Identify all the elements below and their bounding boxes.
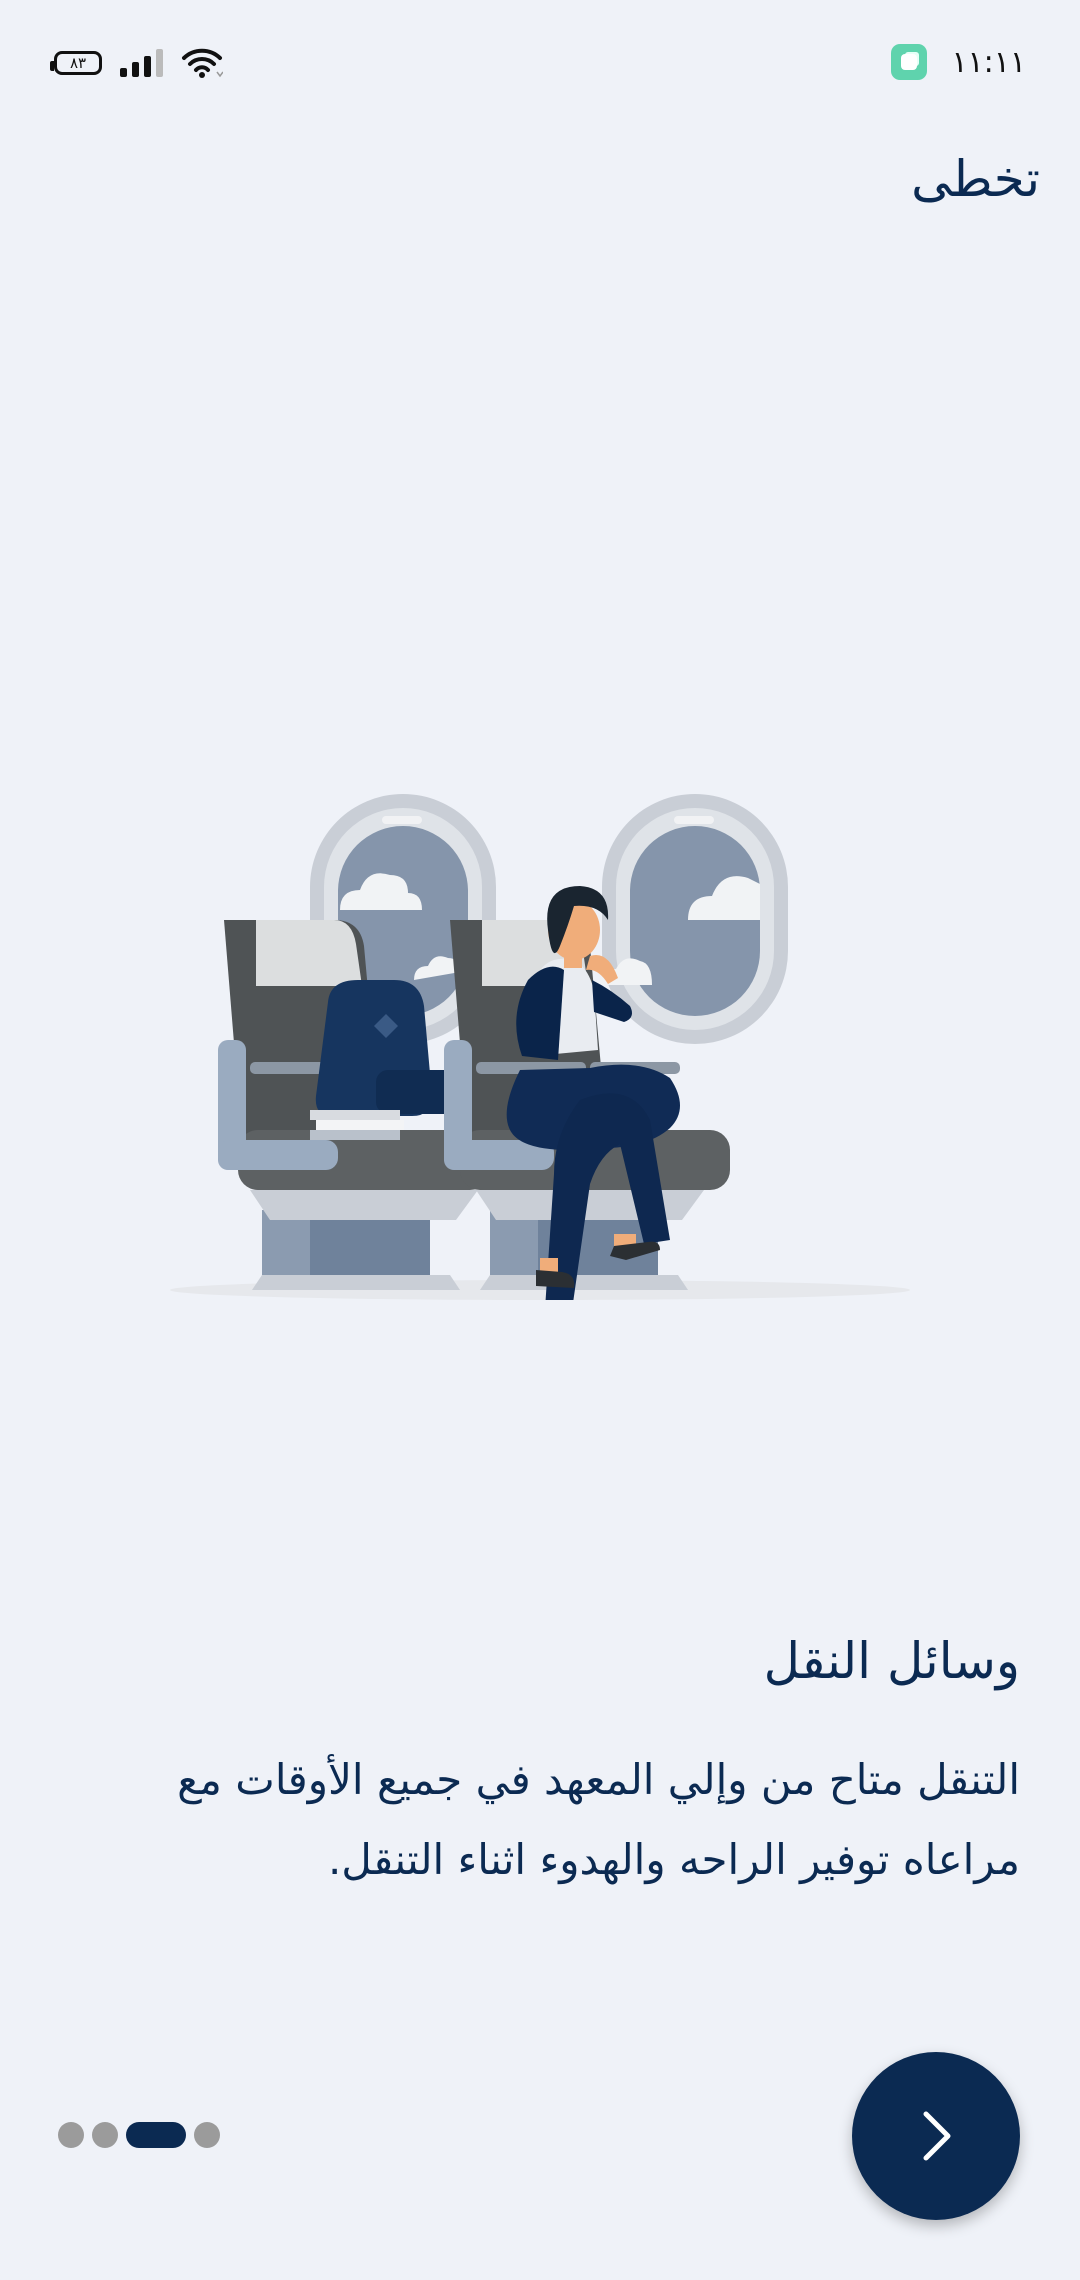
airplane-seats-illustration bbox=[170, 794, 910, 1300]
app-notification-icon bbox=[891, 44, 928, 80]
page-dot bbox=[194, 2122, 220, 2148]
page-dot-active bbox=[126, 2122, 186, 2148]
wifi-icon bbox=[182, 48, 223, 78]
status-icons-right: ١١:١١ bbox=[891, 44, 1026, 80]
signal-icon bbox=[120, 49, 163, 77]
skip-button[interactable]: تخطى bbox=[911, 140, 1040, 218]
next-button[interactable] bbox=[852, 2052, 1020, 2220]
chevron-right-icon bbox=[923, 2111, 951, 2161]
status-icons-left: ٨٣ bbox=[50, 46, 223, 80]
onboarding-title: وسائل النقل bbox=[763, 1632, 1020, 1690]
battery-level: ٨٣ bbox=[69, 54, 87, 72]
status-bar: ٨٣ ١١:١١ bbox=[0, 0, 1080, 130]
page-indicator bbox=[58, 2122, 220, 2148]
status-time: ١١:١١ bbox=[951, 44, 1026, 80]
page-dot bbox=[58, 2122, 84, 2148]
onboarding-description: التنقل متاح من وإلي المعهد في جميع الأوق… bbox=[177, 1755, 1020, 1884]
page-dot bbox=[92, 2122, 118, 2148]
battery-icon: ٨٣ bbox=[50, 51, 102, 75]
